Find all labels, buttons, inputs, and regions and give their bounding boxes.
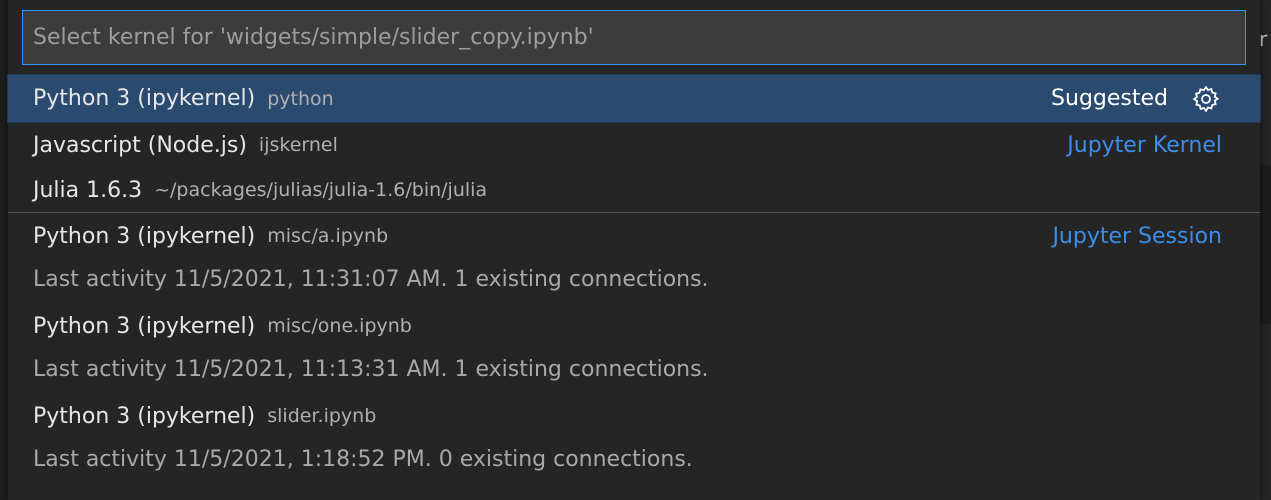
kernel-description: ijskernel	[258, 134, 338, 156]
kernel-search-input[interactable]	[23, 11, 1245, 64]
gear-icon[interactable]	[1190, 83, 1222, 115]
suggested-tag: Suggested	[1051, 86, 1168, 111]
kernel-picker: Python 3 (ipykernel) python Suggested Ja…	[7, 0, 1261, 500]
kernel-item-session-a[interactable]: Python 3 (ipykernel) misc/a.ipynb Jupyte…	[8, 213, 1260, 299]
editor-edge-text: r	[1259, 27, 1268, 51]
kernel-description: slider.ipynb	[267, 405, 377, 427]
kernel-label: Julia 1.6.3	[33, 177, 143, 203]
kernel-item-row: Julia 1.6.3 ~/packages/julias/julia-1.6/…	[33, 168, 1222, 212]
kernel-list: Python 3 (ipykernel) python Suggested Ja…	[7, 74, 1261, 479]
kernel-detail: Last activity 11/5/2021, 1:18:52 PM. 0 e…	[33, 446, 693, 472]
group-label-jupyter-kernel: Jupyter Kernel	[1067, 132, 1222, 158]
kernel-item-row: Python 3 (ipykernel) python Suggested	[33, 75, 1222, 122]
group-label-jupyter-session: Jupyter Session	[1052, 223, 1222, 249]
kernel-item-session-one[interactable]: Python 3 (ipykernel) misc/one.ipynb Last…	[8, 303, 1260, 389]
kernel-item-row: Python 3 (ipykernel) slider.ipynb	[33, 393, 1222, 439]
kernel-label: Javascript (Node.js)	[33, 132, 247, 158]
editor-backdrop: r Python 3 (ipykernel) python Suggested	[0, 0, 1271, 500]
kernel-description: ~/packages/julias/julia-1.6/bin/julia	[154, 179, 488, 201]
kernel-detail: Last activity 11/5/2021, 11:31:07 AM. 1 …	[33, 266, 709, 292]
kernel-item-python-suggested[interactable]: Python 3 (ipykernel) python Suggested	[7, 74, 1261, 123]
kernel-description: misc/one.ipynb	[267, 315, 412, 337]
kernel-description: misc/a.ipynb	[267, 225, 389, 247]
kernel-label: Python 3 (ipykernel)	[33, 403, 256, 429]
editor-edge-middle	[1259, 167, 1271, 322]
kernel-detail: Last activity 11/5/2021, 11:13:31 AM. 1 …	[33, 356, 709, 382]
kernel-item-session-slider[interactable]: Python 3 (ipykernel) slider.ipynb Last a…	[8, 393, 1260, 479]
editor-edge-top	[1259, 0, 1271, 165]
kernel-item-row: Javascript (Node.js) ijskernel Jupyter K…	[33, 122, 1222, 168]
kernel-item-row: Python 3 (ipykernel) misc/a.ipynb Jupyte…	[33, 213, 1222, 259]
editor-edge-bottom	[1259, 324, 1271, 500]
kernel-label: Python 3 (ipykernel)	[33, 313, 256, 339]
kernel-label: Python 3 (ipykernel)	[33, 86, 256, 111]
kernel-item-row: Python 3 (ipykernel) misc/one.ipynb	[33, 303, 1222, 349]
kernel-description: python	[267, 87, 334, 110]
kernel-label: Python 3 (ipykernel)	[33, 223, 256, 249]
kernel-item-javascript[interactable]: Javascript (Node.js) ijskernel Jupyter K…	[8, 122, 1260, 168]
kernel-search-box	[22, 10, 1246, 65]
kernel-item-julia[interactable]: Julia 1.6.3 ~/packages/julias/julia-1.6/…	[8, 168, 1260, 212]
